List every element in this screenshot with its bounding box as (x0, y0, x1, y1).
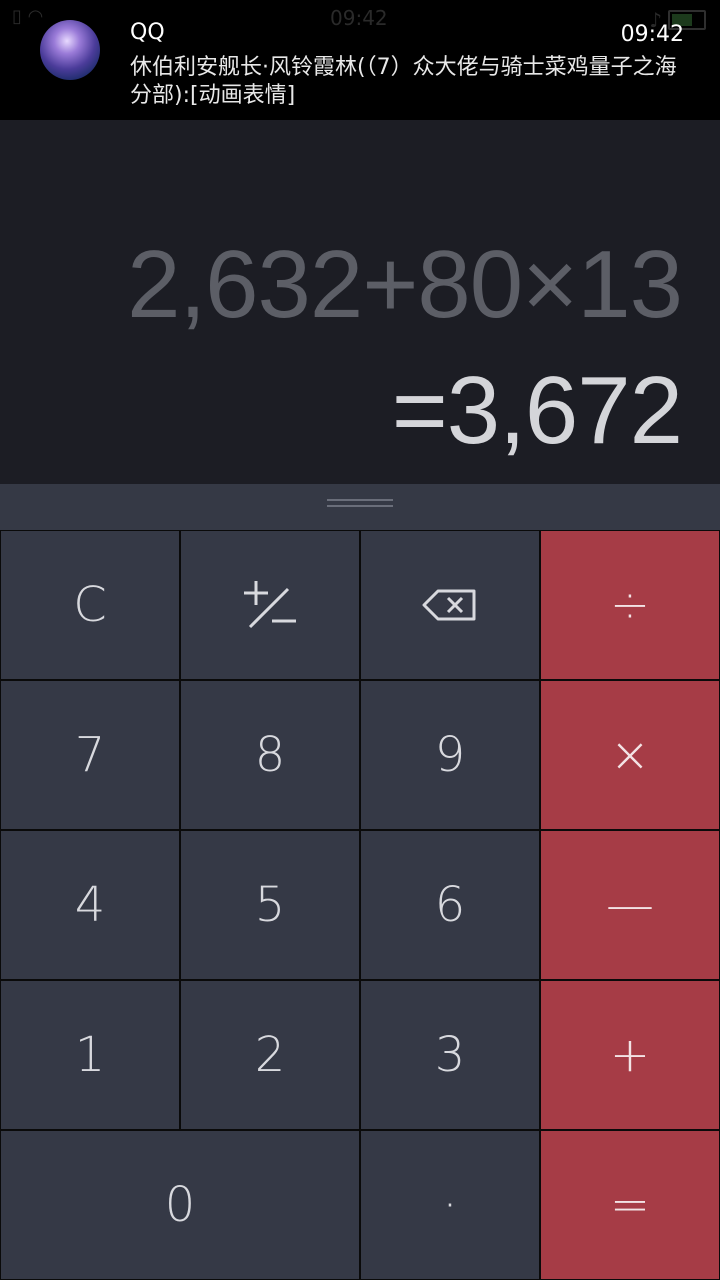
plus-minus-button[interactable] (181, 531, 359, 679)
multiply-button[interactable]: × (541, 681, 719, 829)
result-text: =3,672 (391, 357, 683, 464)
digit-5-button[interactable]: 5 (181, 831, 359, 979)
digit-8-button[interactable]: 8 (181, 681, 359, 829)
keypad: C ÷ 7 8 9 × 4 5 6 — 1 2 3 + 0 · = (0, 530, 720, 1280)
panel-drag-bar[interactable] (0, 484, 720, 530)
digit-6-button[interactable]: 6 (361, 831, 539, 979)
drag-handle-icon[interactable] (327, 499, 393, 513)
equals-button[interactable]: = (541, 1131, 719, 1279)
digit-3-button[interactable]: 3 (361, 981, 539, 1129)
digit-1-button[interactable]: 1 (1, 981, 179, 1129)
clear-button[interactable]: C (1, 531, 179, 679)
digit-7-button[interactable]: 7 (1, 681, 179, 829)
status-bar: ▯ ◠ 09:42 ♪ (0, 6, 720, 32)
expression-text: 2,632+80×13 (127, 231, 683, 338)
plus-minus-icon (244, 581, 296, 629)
minus-button[interactable]: — (541, 831, 719, 979)
qq-avatar-icon (40, 20, 100, 80)
decimal-button[interactable]: · (361, 1131, 539, 1279)
notification-app-name: QQ (130, 20, 165, 45)
backspace-button[interactable] (361, 531, 539, 679)
digit-2-button[interactable]: 2 (181, 981, 359, 1129)
digit-4-button[interactable]: 4 (1, 831, 179, 979)
notification-message: 休伯利安舰长·风铃霞林(（7）众大佬与骑士菜鸡量子之海分部):[动画表情] (130, 55, 677, 108)
digit-0-button[interactable]: 0 (1, 1131, 359, 1279)
digit-9-button[interactable]: 9 (361, 681, 539, 829)
backspace-icon (422, 589, 476, 621)
status-time: 09:42 (330, 6, 388, 30)
calculator-display: 2,632+80×13 =3,672 (0, 120, 720, 484)
notification-time: 09:42 (620, 22, 684, 47)
sim-icon: ▯ ◠ (12, 6, 44, 27)
notification-banner[interactable]: ▯ ◠ 09:42 ♪ QQ 09:42 休伯利安舰长·风铃霞林(（7）众大佬与… (0, 0, 720, 120)
plus-button[interactable]: + (541, 981, 719, 1129)
divide-button[interactable]: ÷ (541, 531, 719, 679)
